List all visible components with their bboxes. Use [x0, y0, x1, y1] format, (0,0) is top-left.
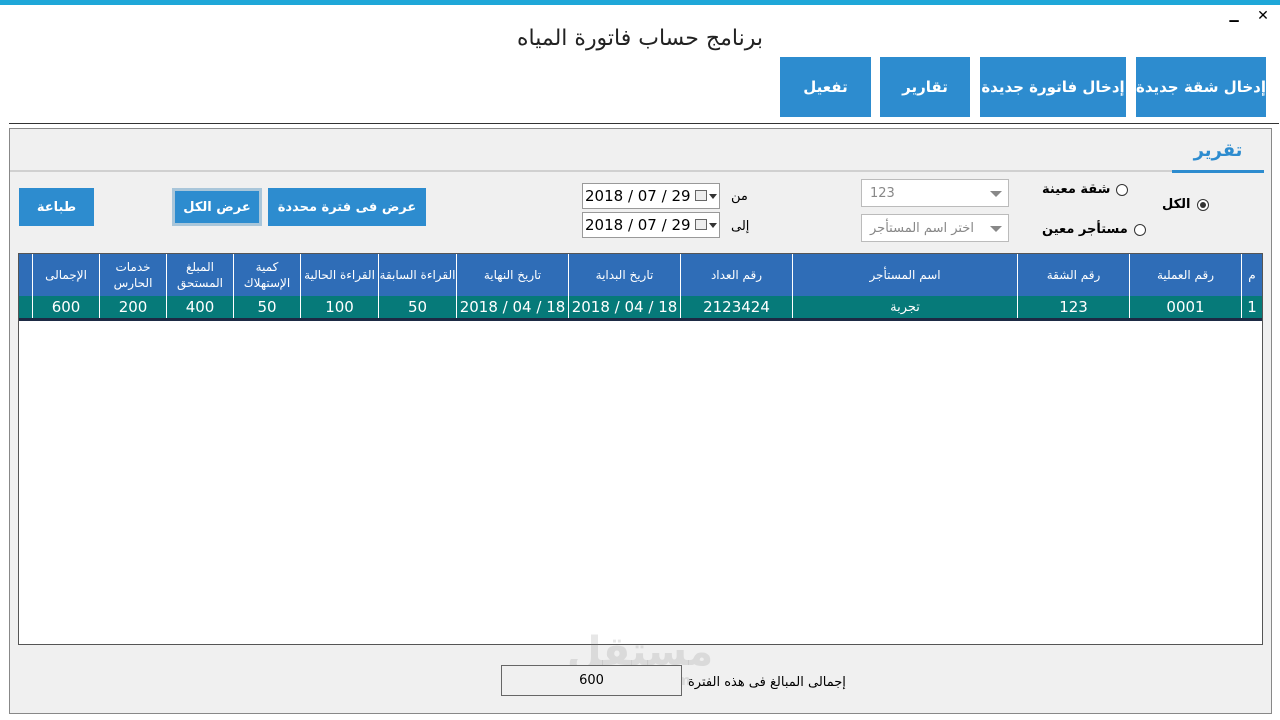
- column-header[interactable]: رقم الشقة: [1017, 254, 1129, 296]
- table-row[interactable]: 1 0001 123 تجربة 2123424 18 / 04 / 2018 …: [19, 296, 1262, 321]
- nav-new-apartment-button[interactable]: إدخال شقة جديدة: [1136, 57, 1266, 117]
- column-header[interactable]: م: [1241, 254, 1262, 296]
- nav-reports-button[interactable]: تقارير: [880, 57, 970, 117]
- date-from-picker[interactable]: 2018 / 07 / 29: [582, 183, 720, 209]
- table-cell: 123: [1017, 296, 1129, 318]
- window-top-strip: [0, 0, 1280, 5]
- tab-underline: [1172, 170, 1264, 173]
- column-header[interactable]: اسم المستأجر: [792, 254, 1017, 296]
- date-to-label: إلى: [731, 219, 750, 234]
- radio-tenant[interactable]: مستأجر معين: [1042, 222, 1146, 237]
- close-icon[interactable]: ✕: [1255, 8, 1271, 24]
- table-cell: 0001: [1129, 296, 1241, 318]
- print-button[interactable]: طباعة: [19, 188, 94, 226]
- table-cell: 50: [378, 296, 456, 318]
- radio-tenant-indicator[interactable]: [1133, 223, 1146, 236]
- calendar-icon[interactable]: [695, 190, 707, 201]
- table-cell: 600: [32, 296, 99, 318]
- total-value-field: 600: [501, 665, 682, 696]
- table-cell: 2123424: [680, 296, 792, 318]
- tab-strip: [10, 170, 1172, 172]
- show-all-button[interactable]: عرض الكل: [172, 188, 262, 226]
- header-divider: [9, 123, 1279, 124]
- app-title: برنامج حساب فاتورة المياه: [517, 26, 763, 51]
- date-to-picker[interactable]: 2018 / 07 / 29: [582, 212, 720, 238]
- apartment-combo-value: 123: [870, 185, 895, 201]
- chevron-down-icon: [990, 226, 1002, 232]
- tab-report[interactable]: تقرير: [1190, 140, 1246, 161]
- minimize-icon[interactable]: ▁: [1226, 8, 1242, 24]
- tenant-combo[interactable]: اختر اسم المستأجر: [861, 214, 1009, 242]
- date-from-label: من: [731, 189, 748, 204]
- column-header[interactable]: تاريخ البداية: [568, 254, 680, 296]
- table-cell: 400: [166, 296, 233, 318]
- date-from-value: 2018 / 07 / 29: [585, 187, 691, 205]
- table-cell: تجربة: [792, 296, 1017, 318]
- results-grid[interactable]: م رقم العملية رقم الشقة اسم المستأجر رقم…: [18, 253, 1263, 645]
- radio-apartment[interactable]: شقة معينة: [1042, 182, 1129, 197]
- chevron-down-icon: [990, 191, 1002, 197]
- table-cell: 18 / 04 / 2018: [568, 296, 680, 318]
- table-cell: 50: [233, 296, 300, 318]
- column-header[interactable]: القراءة الحالية: [300, 254, 378, 296]
- chevron-down-icon[interactable]: [709, 194, 717, 199]
- column-header[interactable]: القراءة السابقة: [378, 254, 456, 296]
- table-cell: 1: [1241, 296, 1262, 318]
- column-header[interactable]: الإجمالى: [32, 254, 99, 296]
- column-header[interactable]: رقم العداد: [680, 254, 792, 296]
- nav-new-invoice-button[interactable]: إدخال فاتورة جديدة: [980, 57, 1126, 117]
- table-cell: 100: [300, 296, 378, 318]
- radio-all-label: الكل: [1162, 197, 1191, 212]
- calendar-icon[interactable]: [695, 219, 707, 230]
- column-header[interactable]: رقم العملية: [1129, 254, 1241, 296]
- date-to-value: 2018 / 07 / 29: [585, 216, 691, 234]
- show-period-button[interactable]: عرض فى فترة محددة: [268, 188, 426, 226]
- radio-all-indicator[interactable]: [1196, 198, 1209, 211]
- total-label: إجمالى المبالغ فى هذه الفترة: [688, 675, 846, 690]
- apartment-combo[interactable]: 123: [861, 179, 1009, 207]
- table-cell: 18 / 04 / 2018: [456, 296, 568, 318]
- column-header[interactable]: خدمات الحارس: [99, 254, 166, 296]
- radio-apartment-label: شقة معينة: [1042, 182, 1111, 197]
- column-header[interactable]: تاريخ النهاية: [456, 254, 568, 296]
- grid-header: م رقم العملية رقم الشقة اسم المستأجر رقم…: [19, 254, 1262, 296]
- column-header[interactable]: كمية الإستهلاك: [233, 254, 300, 296]
- radio-tenant-label: مستأجر معين: [1042, 222, 1128, 237]
- column-header[interactable]: المبلغ المستحق: [166, 254, 233, 296]
- tenant-combo-placeholder: اختر اسم المستأجر: [870, 220, 974, 236]
- radio-all[interactable]: الكل: [1162, 197, 1209, 212]
- table-cell: 200: [99, 296, 166, 318]
- radio-apartment-indicator[interactable]: [1116, 183, 1129, 196]
- nav-activate-button[interactable]: تفعيل: [780, 57, 871, 117]
- chevron-down-icon[interactable]: [709, 223, 717, 228]
